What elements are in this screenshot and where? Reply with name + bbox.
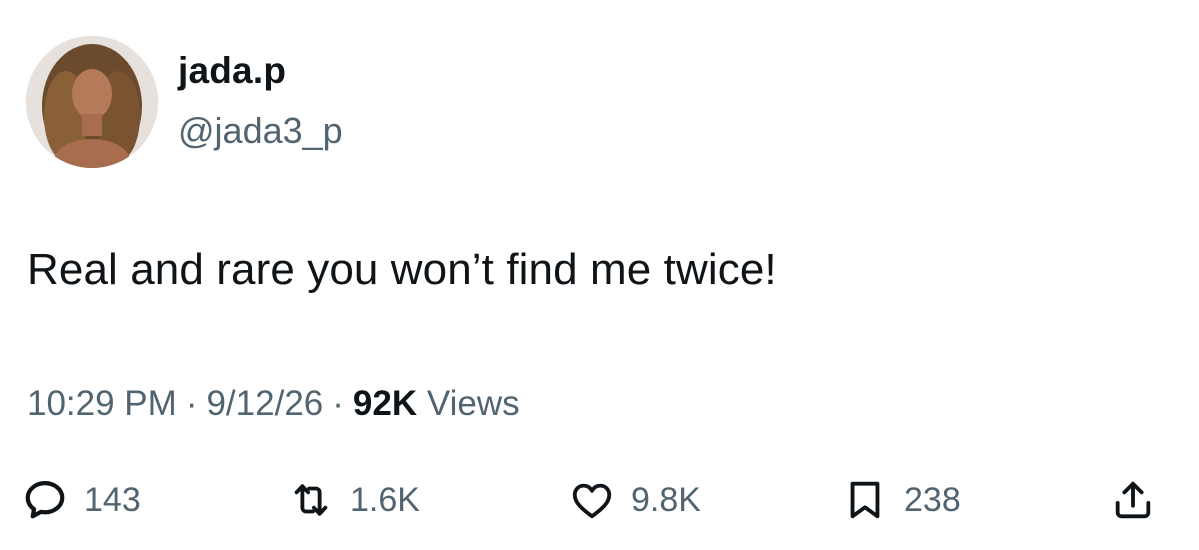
share-button[interactable] [1110,470,1156,530]
bookmark-count: 238 [904,480,961,519]
retweet-button[interactable]: 1.6K [288,470,420,530]
meta-separator: · [185,384,198,423]
tweet-meta: 10:29 PM · 9/12/26 · 92K Views [27,384,520,424]
reply-count: 143 [84,480,141,519]
tweet-card: jada.p @jada3_p Real and rare you won’t … [0,0,1199,550]
tweet-date[interactable]: 9/12/26 [206,384,323,423]
bookmark-button[interactable]: 238 [842,470,961,530]
share-icon [1110,477,1156,523]
user-handle[interactable]: @jada3_p [178,110,343,152]
tweet-time[interactable]: 10:29 PM [27,384,177,423]
retweet-icon [288,477,334,523]
reply-button[interactable]: 143 [22,470,141,530]
meta-separator: · [332,384,344,423]
action-bar: 143 1.6K 9.8K 238 [0,470,1199,530]
reply-icon [22,477,68,523]
avatar-image [26,36,158,168]
like-button[interactable]: 9.8K [569,470,701,530]
tweet-text: Real and rare you won’t find me twice! [27,245,777,294]
avatar[interactable] [26,36,158,168]
display-name[interactable]: jada.p [178,50,286,92]
views-label: Views [426,384,520,423]
retweet-count: 1.6K [350,480,420,519]
like-count: 9.8K [631,480,701,519]
heart-icon [569,477,615,523]
bookmark-icon [842,477,888,523]
views-count: 92K [352,384,418,423]
